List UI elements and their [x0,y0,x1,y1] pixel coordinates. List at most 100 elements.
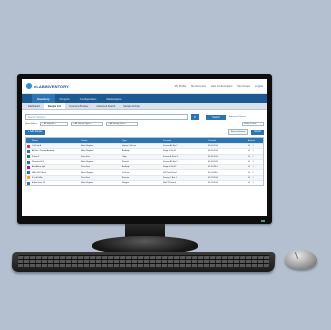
cell-location: Fridge 4 Shelf 2 [163,166,177,169]
cell-type: Plasmid [122,161,129,164]
subtab-sample-list[interactable]: Sample List [43,103,66,109]
cell-name[interactable]: AbCam - Primary Antibody [31,149,80,153]
monitor: eLABINVENTORY My Profile My Accounts Hel… [17,74,272,224]
sub-nav: Dashboard Sample List Inventory Browser … [22,103,267,110]
cell-created: 02-11-2014 [208,171,218,174]
power-light [261,220,265,222]
add-sample-button[interactable]: + Add Sample [25,129,46,135]
search-input[interactable]: Search Samples [25,114,188,120]
utility-link-help[interactable]: Help & Information [211,85,232,88]
table-row[interactable]: E. coli DH5a Peter Smit Bacteria Freezer C … [26,174,263,181]
color-swatch [27,171,30,175]
cell-type: Human Cell Line [122,145,136,148]
type-filter-select[interactable]: -- All Sample Types -- [71,122,104,126]
cell-created: 02-11-2014 [208,166,218,169]
utility-link-logout[interactable]: Logout [255,85,263,88]
row-actions-icons[interactable]: ⚙ ✎ [240,155,263,159]
export-button[interactable]: Export [251,129,264,135]
table-row[interactable]: Buffer Stock 1X Marie Ringlom Reagent Shelf… [26,180,263,185]
color-swatch [27,149,30,153]
utility-link-groups[interactable]: My Groups [237,85,250,88]
logo-icon [26,83,32,89]
logo-text: eLABINVENTORY [34,83,69,89]
cell-owner: Peter Smit [81,176,90,179]
cell-name[interactable]: E. coli DH5a [31,176,80,180]
keyboard-keys [17,255,270,267]
table-row[interactable]: Anti-Mouse IgG Peter Smit Antibody Fridge 4… [26,164,263,170]
tab-marketplace[interactable]: Marketplace [101,94,126,103]
header-name[interactable]: Name [31,138,80,143]
search-button[interactable]: Search [206,114,226,120]
color-swatch [27,176,30,180]
table-row[interactable]: Primer F Peter Smit Oligo Freezer B Rack 3 0… [26,153,263,159]
subtab-sample-archive[interactable]: Sample Archive [119,103,144,109]
sample-filter-select[interactable]: -- All Samples -- [40,122,69,126]
tab-inventory[interactable]: Inventory [32,94,55,103]
mouse [285,250,317,269]
cell-name[interactable]: Anti-Mouse IgG [31,165,80,169]
row-actions-icons[interactable]: ⚙ ✎ [240,170,263,174]
cell-location: Freezer A1 Box 5 [163,161,178,164]
sample-table: Name Owner Type Location Created Actions… [25,137,264,187]
cell-owner: Peter Smit [81,166,90,169]
cell-name[interactable]: HEK 293T Stock [31,170,80,174]
color-swatch [27,155,30,159]
color-swatch [27,165,30,169]
cell-name[interactable]: Plasmid pGL3 [31,160,80,164]
filter-label: Show Filters [25,123,38,125]
header-location[interactable]: Location [162,138,207,143]
header-type[interactable]: Type [121,138,162,143]
row-actions-icons[interactable]: ⚙ ✎ [240,165,263,169]
subtab-inventory-browser[interactable]: Inventory Browser [65,103,92,109]
cell-name[interactable]: Primer F [31,155,80,159]
cell-type: Oligo [122,155,127,158]
row-actions-icons[interactable]: ⚙ ✎ [240,144,263,148]
cell-location: Freezer A1 Box 2 [163,145,178,148]
row-actions-icons[interactable]: ⚙ ✎ [240,160,263,164]
subtab-dashboard[interactable]: Dashboard [24,103,44,109]
app-screen: eLABINVENTORY My Profile My Accounts Hel… [22,79,267,216]
cell-created: 02-12-2014 [208,182,218,185]
cell-type: Cell Line [122,171,130,174]
cell-owner: Marie Ringlom [81,182,94,185]
cell-created: 02-12-2014 [208,176,218,179]
advanced-search-link[interactable]: Advanced Search [229,116,246,118]
table-row[interactable]: HEK 293T Stock Marie Ringlom Cell Line LN2 … [26,169,263,175]
utility-links: My Profile My Accounts Help & Informatio… [175,85,263,88]
cell-owner: Peter Smit [81,155,90,158]
cell-created: 02-09-2014 [208,145,218,148]
app-logo[interactable]: eLABINVENTORY [26,83,69,89]
cell-created: 02-10-2014 [208,155,218,158]
table-row[interactable]: Plasmid pGL3 Marie Ringlom Plasmid Freezer … [26,158,263,164]
cell-location: Freezer C Box 1 [163,176,177,179]
search-icon[interactable]: ⌕ [191,114,199,120]
cell-name[interactable]: Buffer Stock 1X [31,181,80,185]
header-owner[interactable]: Owner [80,138,121,143]
tab-configuration[interactable]: Configuration [75,94,102,103]
storage-filter-select[interactable]: -- All Storage Units -- [106,122,139,126]
tab-projects[interactable]: Projects [55,94,75,103]
cell-owner: Marie Ringlom [81,145,94,148]
cell-owner: Marie Ringlom [81,161,94,164]
page-size-select[interactable]: Show 25 rows [242,122,264,126]
utility-link-profile[interactable]: My Profile [175,85,187,88]
cell-created: 02-09-2014 [208,150,218,153]
table-row[interactable]: AbCam - Primary Antibody Marie Ringlom Ant… [26,148,263,153]
color-swatch [27,181,30,185]
cell-name[interactable]: Cell Line A [31,144,80,148]
select-columns-button[interactable]: Select Columns [227,129,249,135]
utility-link-accounts[interactable]: My Accounts [191,85,206,88]
subtab-advanced-search[interactable]: Advanced Search [92,103,119,109]
row-actions-icons[interactable]: ⚙ ✎ [240,181,263,185]
table-row[interactable]: Cell Line A Marie Ringlom Human Cell Line F… [26,143,263,149]
search-bar: Search Samples ⌕ Search Advanced Search [22,110,267,121]
cell-location: Shelf 2 Room 4 [163,182,177,185]
row-actions-icons[interactable]: ⚙ ✎ [240,149,263,153]
header-created[interactable]: Created [207,138,240,143]
table-body: Cell Line A Marie Ringlom Human Cell Line F… [26,143,263,185]
cell-type: Antibody [122,166,130,169]
row-actions-icons[interactable]: ⚙ ✎ [240,176,263,180]
cell-location: Freezer B Rack 3 [163,155,178,158]
app-header: eLABINVENTORY My Profile My Accounts Hel… [22,79,267,94]
cell-type: Reagent [122,182,130,185]
